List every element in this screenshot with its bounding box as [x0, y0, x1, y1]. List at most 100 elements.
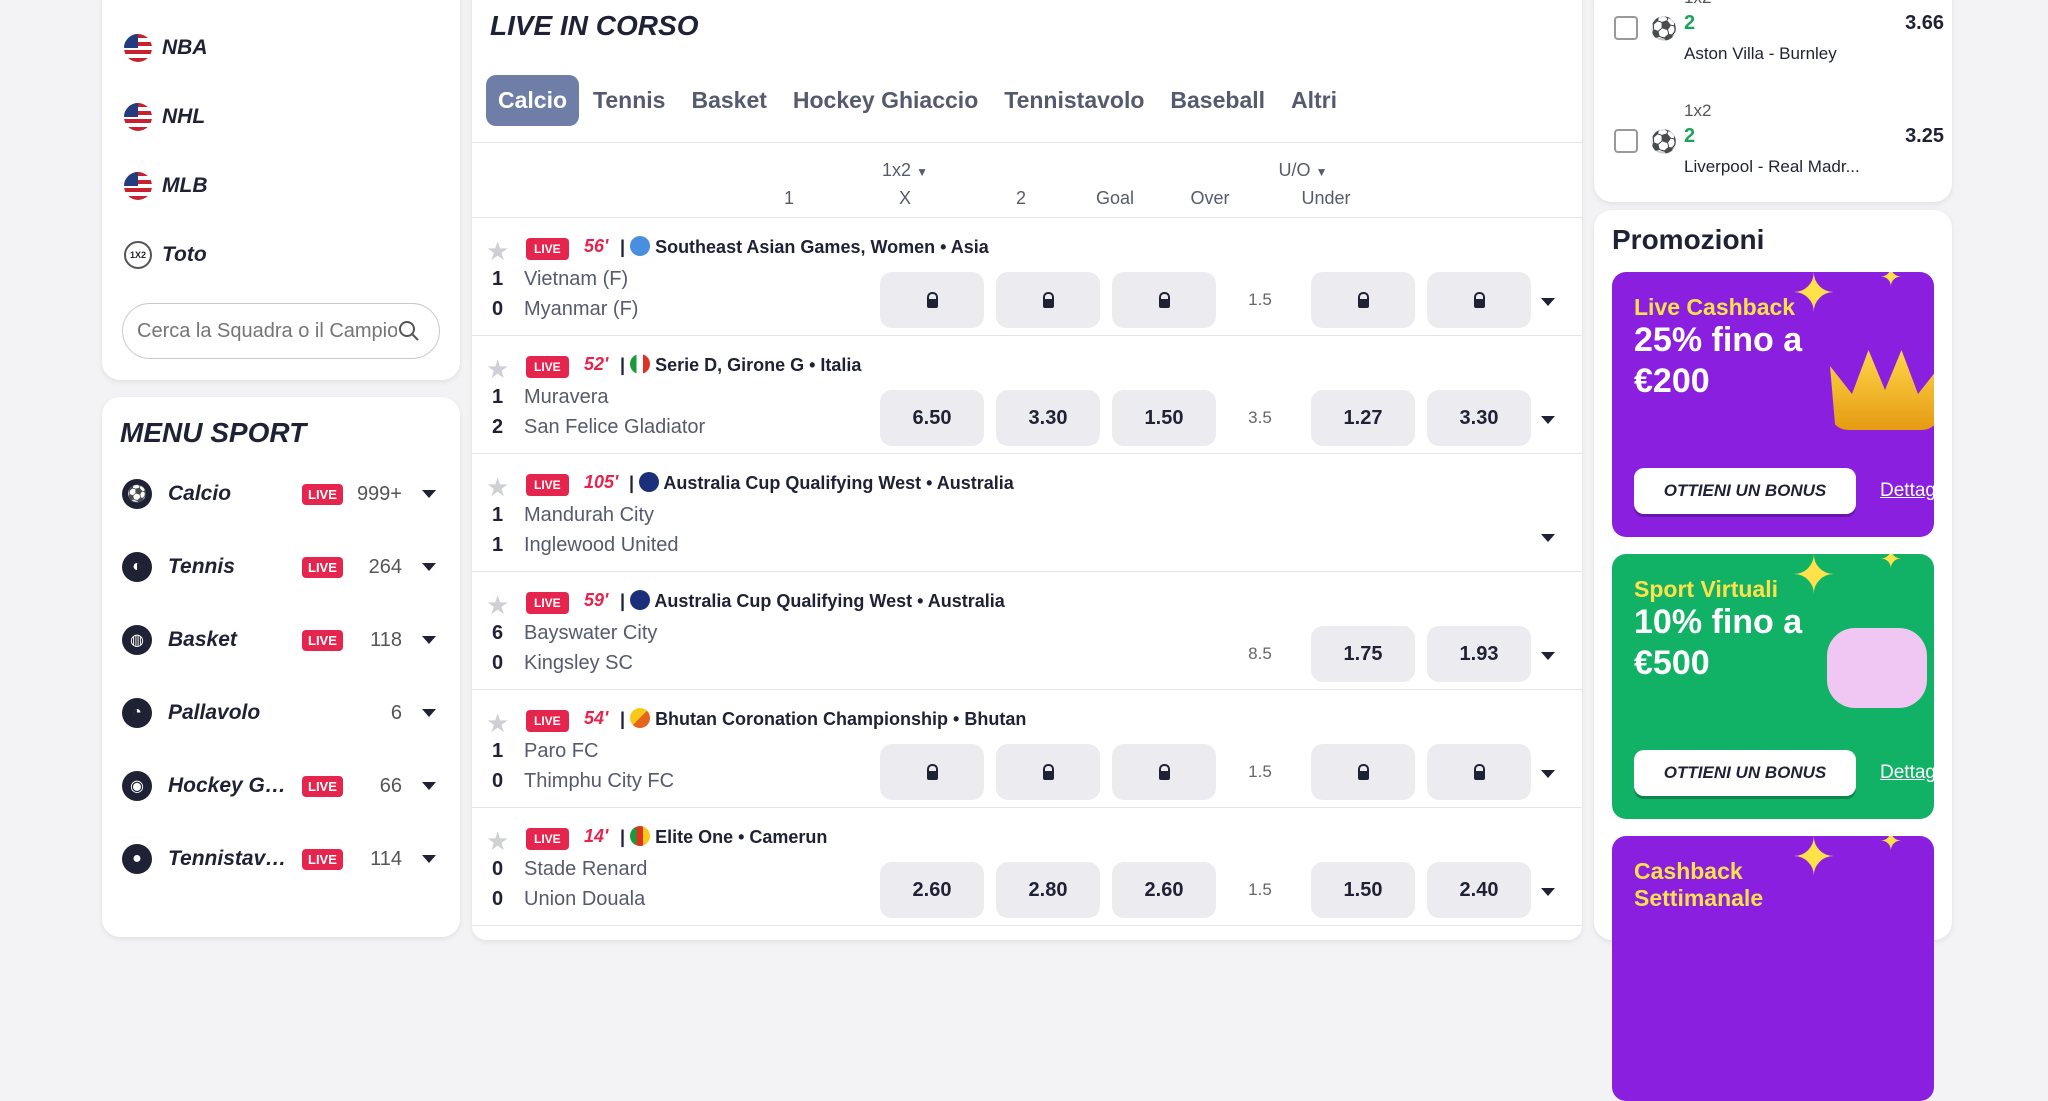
col-header-under: Under — [1301, 188, 1351, 208]
home-team: Vietnam (F) — [524, 268, 629, 290]
crown-icon — [1830, 350, 1934, 430]
odd-button[interactable]: 6.50 — [880, 390, 984, 446]
event-row[interactable]: ★ LIVE 105' | Australia Cup Qualifying W… — [472, 454, 1582, 572]
sparkle-icon: ✦ — [1880, 272, 1902, 292]
match-name: Aston Villa - Burnley — [1684, 44, 1837, 63]
league-mlb[interactable]: MLB — [124, 166, 208, 206]
search-input[interactable] — [137, 319, 397, 343]
promo-title: Sport Virtuali — [1634, 576, 1778, 602]
tab-altri[interactable]: Altri — [1279, 75, 1349, 126]
odd-button[interactable]: 1.50 — [1112, 390, 1216, 446]
away-team: Inglewood United — [524, 534, 679, 556]
get-bonus-button[interactable]: OTTIENI UN BONUS — [1634, 750, 1856, 796]
favorite-star-icon[interactable]: ★ — [486, 236, 509, 267]
favorite-star-icon[interactable]: ★ — [486, 354, 509, 385]
chevron-down-icon[interactable] — [1541, 770, 1555, 778]
chevron-down-icon[interactable] — [1541, 534, 1555, 542]
hockey-puck-icon: ◉ — [122, 771, 152, 801]
event-row[interactable]: ★ LIVE 14' | Elite One • Camerun 0 Stade… — [472, 808, 1582, 926]
chevron-down-icon[interactable] — [1541, 652, 1555, 660]
league-label: MLB — [162, 174, 208, 197]
league-label: NHL — [162, 105, 206, 128]
odd-button[interactable]: 1.27 — [1311, 390, 1415, 446]
promo-headline: 10% fino a €500 — [1634, 603, 1803, 682]
tab-tennis[interactable]: Tennis — [581, 75, 677, 126]
sparkle-icon: ✦ — [1792, 554, 1836, 605]
lock-icon — [1427, 744, 1531, 800]
cameroon-flag-icon — [630, 826, 651, 846]
search-box — [122, 303, 440, 359]
favorite-star-icon[interactable]: ★ — [486, 472, 509, 503]
chevron-down-icon[interactable] — [422, 782, 436, 790]
tab-hockey-ghiaccio[interactable]: Hockey Ghiaccio — [781, 75, 990, 126]
chevron-down-icon[interactable] — [1541, 416, 1555, 424]
live-events-panel: LIVE IN CORSO Calcio Tennis Basket Hockey G… — [472, 0, 1582, 940]
search-icon[interactable] — [397, 319, 421, 343]
league-nhl[interactable]: NHL — [124, 97, 205, 137]
sport-menu-item[interactable]: ◔ Pallavolo 6 — [122, 688, 442, 738]
checkbox[interactable] — [1614, 129, 1638, 153]
event-row[interactable]: ★ LIVE 54' | Bhutan Coronation Champions… — [472, 690, 1582, 808]
sport-menu-item[interactable]: ⚽ Calcio LIVE 999+ — [122, 469, 442, 519]
chevron-down-icon[interactable] — [422, 709, 436, 717]
leagues-card: NBA NHL MLB 1X2 Toto — [102, 0, 460, 380]
details-link[interactable]: Dettagli — [1880, 480, 1934, 502]
chevron-down-icon[interactable] — [422, 855, 436, 863]
promo-banner[interactable]: ✦ ✦ Cashback Settimanale — [1612, 836, 1934, 1101]
match-minute: 14' — [584, 826, 609, 846]
promo-banner[interactable]: ✦ ✦ Live Cashback 25% fino a €200 OTTIEN… — [1612, 272, 1934, 537]
sport-menu-item[interactable]: ● Tennistavolo LIVE 114 — [122, 834, 442, 884]
event-row[interactable]: ★ LIVE 52' | Serie D, Girone G • Italia … — [472, 336, 1582, 454]
odd-button[interactable]: 2.60 — [880, 862, 984, 918]
league-label: Toto — [162, 243, 207, 266]
favorite-star-icon[interactable]: ★ — [486, 826, 509, 857]
event-row[interactable]: ★ LIVE 56' | Southeast Asian Games, Wome… — [472, 218, 1582, 336]
odd-button[interactable]: 2.60 — [1112, 862, 1216, 918]
odd-button[interactable]: 1.50 — [1311, 862, 1415, 918]
goal-line: 8.5 — [1248, 644, 1272, 663]
sport-menu-item[interactable]: ◍ Basket LIVE 118 — [122, 615, 442, 665]
lock-icon — [880, 744, 984, 800]
chevron-down-icon[interactable] — [1541, 888, 1555, 896]
league-nba[interactable]: NBA — [124, 28, 208, 68]
competition-info: | Australia Cup Qualifying West • Austra… — [620, 590, 1005, 611]
favorite-star-icon[interactable]: ★ — [486, 708, 509, 739]
us-flag-icon — [124, 34, 152, 62]
sport-menu: MENU SPORT ⚽ Calcio LIVE 999+ ◐ Tennis L… — [102, 397, 460, 937]
checkbox[interactable] — [1614, 16, 1638, 40]
sport-label: Pallavolo — [168, 701, 261, 724]
favorite-star-icon[interactable]: ★ — [486, 590, 509, 621]
league-toto[interactable]: 1X2 Toto — [124, 235, 207, 275]
odd-button[interactable]: 1.75 — [1311, 626, 1415, 682]
details-link[interactable]: Dettagli — [1880, 762, 1934, 784]
odd-button[interactable]: 2.80 — [996, 862, 1100, 918]
live-badge: LIVE — [302, 556, 343, 578]
odd-button[interactable]: 3.30 — [1427, 390, 1531, 446]
chevron-down-icon[interactable] — [422, 636, 436, 644]
market-select-uo[interactable]: U/O ▼ — [1250, 160, 1356, 181]
competition-name: Serie D, Girone G — [655, 355, 805, 375]
tab-calcio[interactable]: Calcio — [486, 75, 580, 126]
live-badge: LIVE — [302, 775, 343, 797]
tab-basket[interactable]: Basket — [679, 75, 778, 126]
chevron-down-icon[interactable] — [422, 490, 436, 498]
odd-button[interactable]: 2.40 — [1427, 862, 1531, 918]
odd-button[interactable]: 3.30 — [996, 390, 1100, 446]
tab-baseball[interactable]: Baseball — [1158, 75, 1277, 126]
promo-banner[interactable]: ✦ ✦ Sport Virtuali 10% fino a €500 OTTIE… — [1612, 554, 1934, 819]
chevron-down-icon[interactable] — [422, 563, 436, 571]
sport-menu-item[interactable]: ◉ Hockey Ghiaccio LIVE 66 — [122, 761, 442, 811]
promotions-card: Promozioni ✦ ✦ Live Cashback 25% fino a … — [1594, 210, 1952, 1101]
market-select-1x2[interactable]: 1x2 ▼ — [852, 160, 958, 181]
event-count: 264 — [368, 555, 402, 578]
italy-flag-icon — [630, 354, 651, 374]
home-score: 1 — [492, 504, 504, 526]
get-bonus-button[interactable]: OTTIENI UN BONUS — [1634, 468, 1856, 514]
goal-line: 3.5 — [1248, 408, 1272, 427]
tab-tennistavolo[interactable]: Tennistavolo — [992, 75, 1156, 126]
event-row[interactable]: ★ LIVE 59' | Australia Cup Qualifying We… — [472, 572, 1582, 690]
competition-name: Australia Cup Qualifying West — [654, 591, 913, 611]
odd-button[interactable]: 1.93 — [1427, 626, 1531, 682]
chevron-down-icon[interactable] — [1541, 298, 1555, 306]
sport-menu-item[interactable]: ◐ Tennis LIVE 264 — [122, 542, 442, 592]
